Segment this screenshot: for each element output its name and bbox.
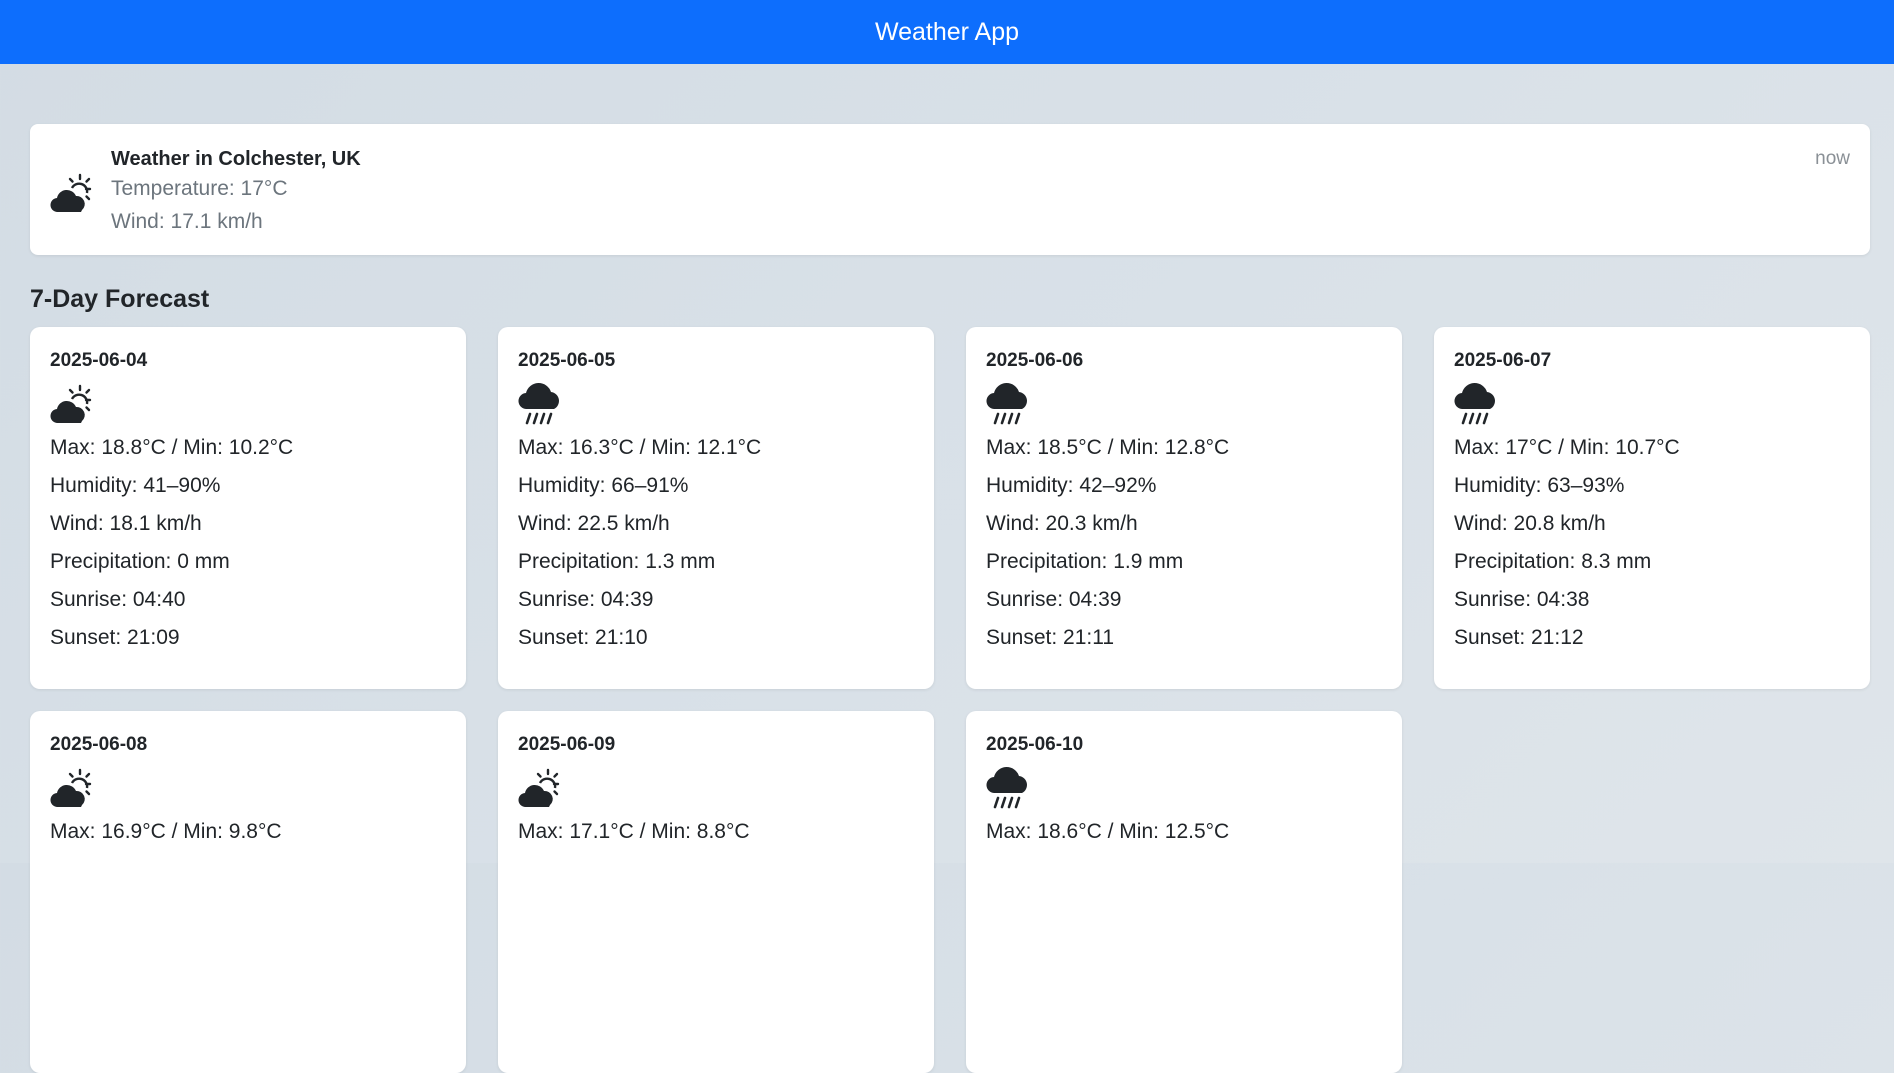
- current-wind: Wind: 17.1 km/h: [111, 210, 263, 233]
- forecast-precipitation: Precipitation: 1.9 mm: [986, 550, 1184, 573]
- forecast-day-card: 2025-06-07 Max: 17°C / Min: 10.7°C Humid…: [1434, 327, 1870, 689]
- forecast-date: 2025-06-10: [986, 734, 1084, 755]
- forecast-max-min: Max: 18.5°C / Min: 12.8°C: [986, 436, 1230, 459]
- forecast-sunset: Sunset: 21:11: [986, 626, 1115, 649]
- forecast-sunrise: Sunrise: 04:38: [1454, 588, 1590, 611]
- forecast-day-card: 2025-06-09 Max: 17.1°C / Min: 8.8°C: [498, 711, 934, 1073]
- forecast-sunset: Sunset: 21:10: [518, 626, 648, 649]
- forecast-humidity: Humidity: 66–91%: [518, 474, 689, 497]
- forecast-day-card: 2025-06-05 Max: 16.3°C / Min: 12.1°C Hum…: [498, 327, 934, 689]
- current-location-title: Weather in Colchester, UK: [111, 148, 361, 170]
- forecast-precipitation: Precipitation: 0 mm: [50, 550, 230, 573]
- forecast-precipitation: Precipitation: 1.3 mm: [518, 550, 716, 573]
- main-content: Weather in Colchester, UK Temperature: 1…: [30, 124, 1870, 1073]
- rain-cloud-icon: [986, 383, 1030, 427]
- forecast-date: 2025-06-07: [1454, 350, 1552, 371]
- forecast-wind: Wind: 22.5 km/h: [518, 512, 670, 535]
- forecast-max-min: Max: 18.8°C / Min: 10.2°C: [50, 436, 294, 459]
- forecast-day-card: 2025-06-10 Max: 18.6°C / Min: 12.5°C: [966, 711, 1402, 1073]
- app-header: Weather App: [0, 0, 1894, 64]
- app-title: Weather App: [874, 17, 1020, 46]
- current-temperature: Temperature: 17°C: [111, 177, 288, 200]
- rain-cloud-icon: [1454, 383, 1498, 427]
- forecast-max-min: Max: 18.6°C / Min: 12.5°C: [986, 820, 1230, 843]
- forecast-day-card: 2025-06-08 Max: 16.9°C / Min: 9.8°C: [30, 711, 466, 1073]
- partly-cloudy-icon: [50, 383, 94, 427]
- forecast-sunrise: Sunrise: 04:40: [50, 588, 186, 611]
- rain-cloud-icon: [518, 383, 562, 427]
- forecast-wind: Wind: 20.3 km/h: [986, 512, 1138, 535]
- forecast-sunset: Sunset: 21:12: [1454, 626, 1584, 649]
- partly-cloudy-icon: [518, 767, 562, 811]
- forecast-heading: 7-Day Forecast: [30, 285, 210, 313]
- current-timestamp: now: [1815, 148, 1850, 169]
- forecast-max-min: Max: 16.9°C / Min: 9.8°C: [50, 820, 282, 843]
- forecast-date: 2025-06-04: [50, 350, 148, 371]
- current-weather-details: Weather in Colchester, UK Temperature: 1…: [111, 146, 361, 238]
- forecast-sunset: Sunset: 21:09: [50, 626, 180, 649]
- forecast-wind: Wind: 20.8 km/h: [1454, 512, 1606, 535]
- forecast-wind: Wind: 18.1 km/h: [50, 512, 202, 535]
- forecast-max-min: Max: 16.3°C / Min: 12.1°C: [518, 436, 762, 459]
- forecast-max-min: Max: 17°C / Min: 10.7°C: [1454, 436, 1680, 459]
- forecast-humidity: Humidity: 41–90%: [50, 474, 221, 497]
- partly-cloudy-icon: [50, 767, 94, 811]
- forecast-grid: 2025-06-04 Max: 18.8°C / Min: 10.2°C Hum…: [30, 327, 1870, 1073]
- forecast-date: 2025-06-05: [518, 350, 616, 371]
- forecast-precipitation: Precipitation: 8.3 mm: [1454, 550, 1652, 573]
- forecast-date: 2025-06-09: [518, 734, 616, 755]
- forecast-day-card: 2025-06-06 Max: 18.5°C / Min: 12.8°C Hum…: [966, 327, 1402, 689]
- forecast-day-card: 2025-06-04 Max: 18.8°C / Min: 10.2°C Hum…: [30, 327, 466, 689]
- forecast-date: 2025-06-06: [986, 350, 1084, 371]
- forecast-date: 2025-06-08: [50, 734, 148, 755]
- current-weather-card: Weather in Colchester, UK Temperature: 1…: [30, 124, 1870, 255]
- forecast-sunrise: Sunrise: 04:39: [986, 588, 1122, 611]
- forecast-humidity: Humidity: 63–93%: [1454, 474, 1625, 497]
- forecast-humidity: Humidity: 42–92%: [986, 474, 1157, 497]
- forecast-sunrise: Sunrise: 04:39: [518, 588, 654, 611]
- partly-cloudy-icon: [50, 172, 94, 216]
- forecast-max-min: Max: 17.1°C / Min: 8.8°C: [518, 820, 750, 843]
- rain-cloud-icon: [986, 767, 1030, 811]
